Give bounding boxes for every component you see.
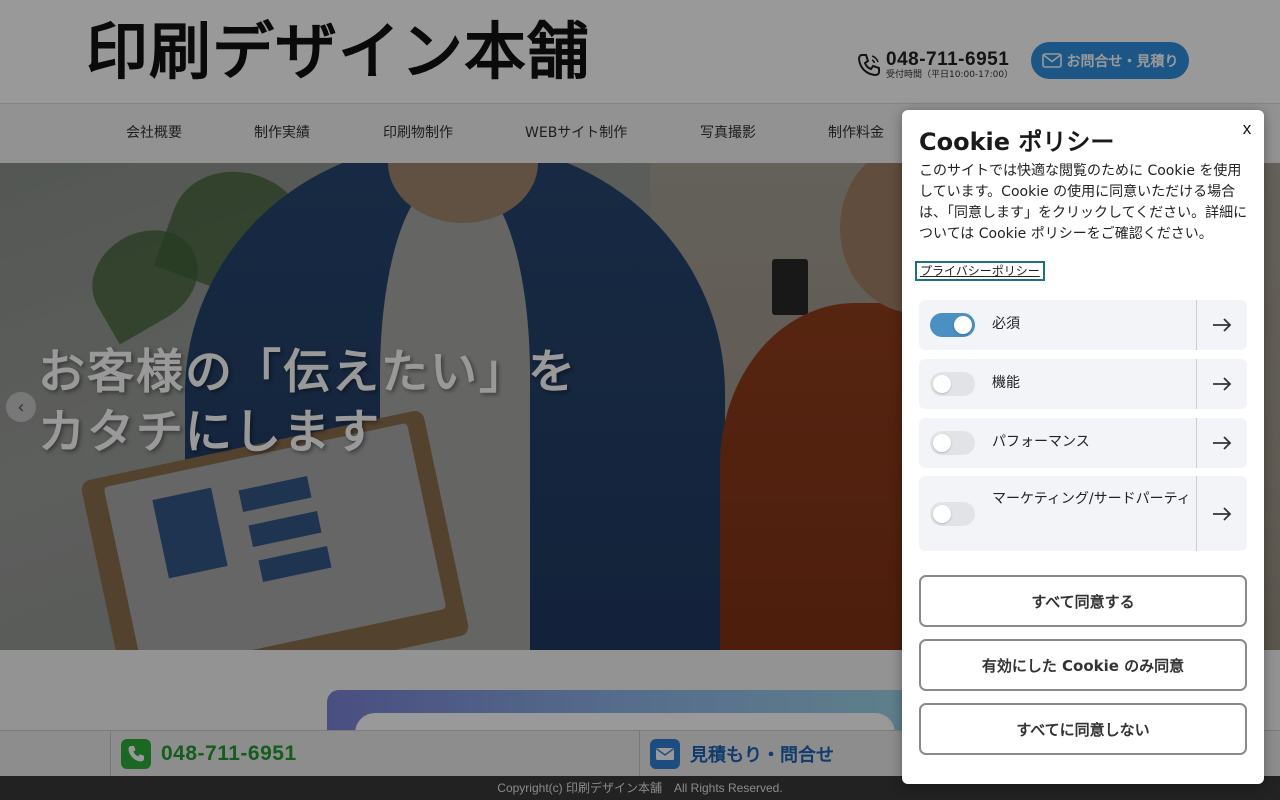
expand-required-button[interactable] — [1197, 300, 1247, 350]
category-label: マーケティング/サードパーティ — [992, 491, 1191, 507]
arrow-right-icon — [1213, 318, 1232, 332]
toggle-marketing[interactable] — [930, 502, 975, 526]
cookie-category-functional: 機能 — [919, 359, 1247, 409]
privacy-policy-link[interactable]: プライバシーポリシー — [915, 261, 1045, 281]
toggle-performance[interactable] — [930, 431, 975, 455]
close-button[interactable]: x — [1238, 119, 1256, 139]
toggle-functional[interactable] — [930, 372, 975, 396]
expand-performance-button[interactable] — [1197, 418, 1247, 468]
category-label: 機能 — [992, 375, 1020, 391]
cookie-dialog-title: Cookie ポリシー — [919, 128, 1115, 156]
cookie-category-marketing: マーケティング/サードパーティ — [919, 476, 1247, 551]
toggle-required[interactable] — [930, 313, 975, 337]
category-label: 必須 — [992, 316, 1020, 332]
reject-all-button[interactable]: すべてに同意しない — [919, 703, 1247, 755]
expand-marketing-button[interactable] — [1197, 476, 1247, 551]
category-label: パフォーマンス — [992, 434, 1090, 450]
accept-all-button[interactable]: すべて同意する — [919, 575, 1247, 627]
cookie-category-performance: パフォーマンス — [919, 418, 1247, 468]
arrow-right-icon — [1213, 506, 1232, 521]
arrow-right-icon — [1213, 377, 1232, 391]
cookie-category-required: 必須 — [919, 300, 1247, 350]
toggle-knob — [954, 316, 972, 334]
toggle-knob — [933, 434, 951, 452]
cookie-policy-dialog: Cookie ポリシー x このサイトでは快適な閲覧のために Cookie を使… — [902, 110, 1264, 784]
arrow-right-icon — [1213, 436, 1232, 450]
toggle-knob — [933, 505, 951, 523]
toggle-knob — [933, 375, 951, 393]
expand-functional-button[interactable] — [1197, 359, 1247, 409]
cookie-description: このサイトでは快適な閲覧のために Cookie を使用しています。Cookie … — [919, 163, 1248, 242]
accept-selected-button[interactable]: 有効にした Cookie のみ同意 — [919, 639, 1247, 691]
